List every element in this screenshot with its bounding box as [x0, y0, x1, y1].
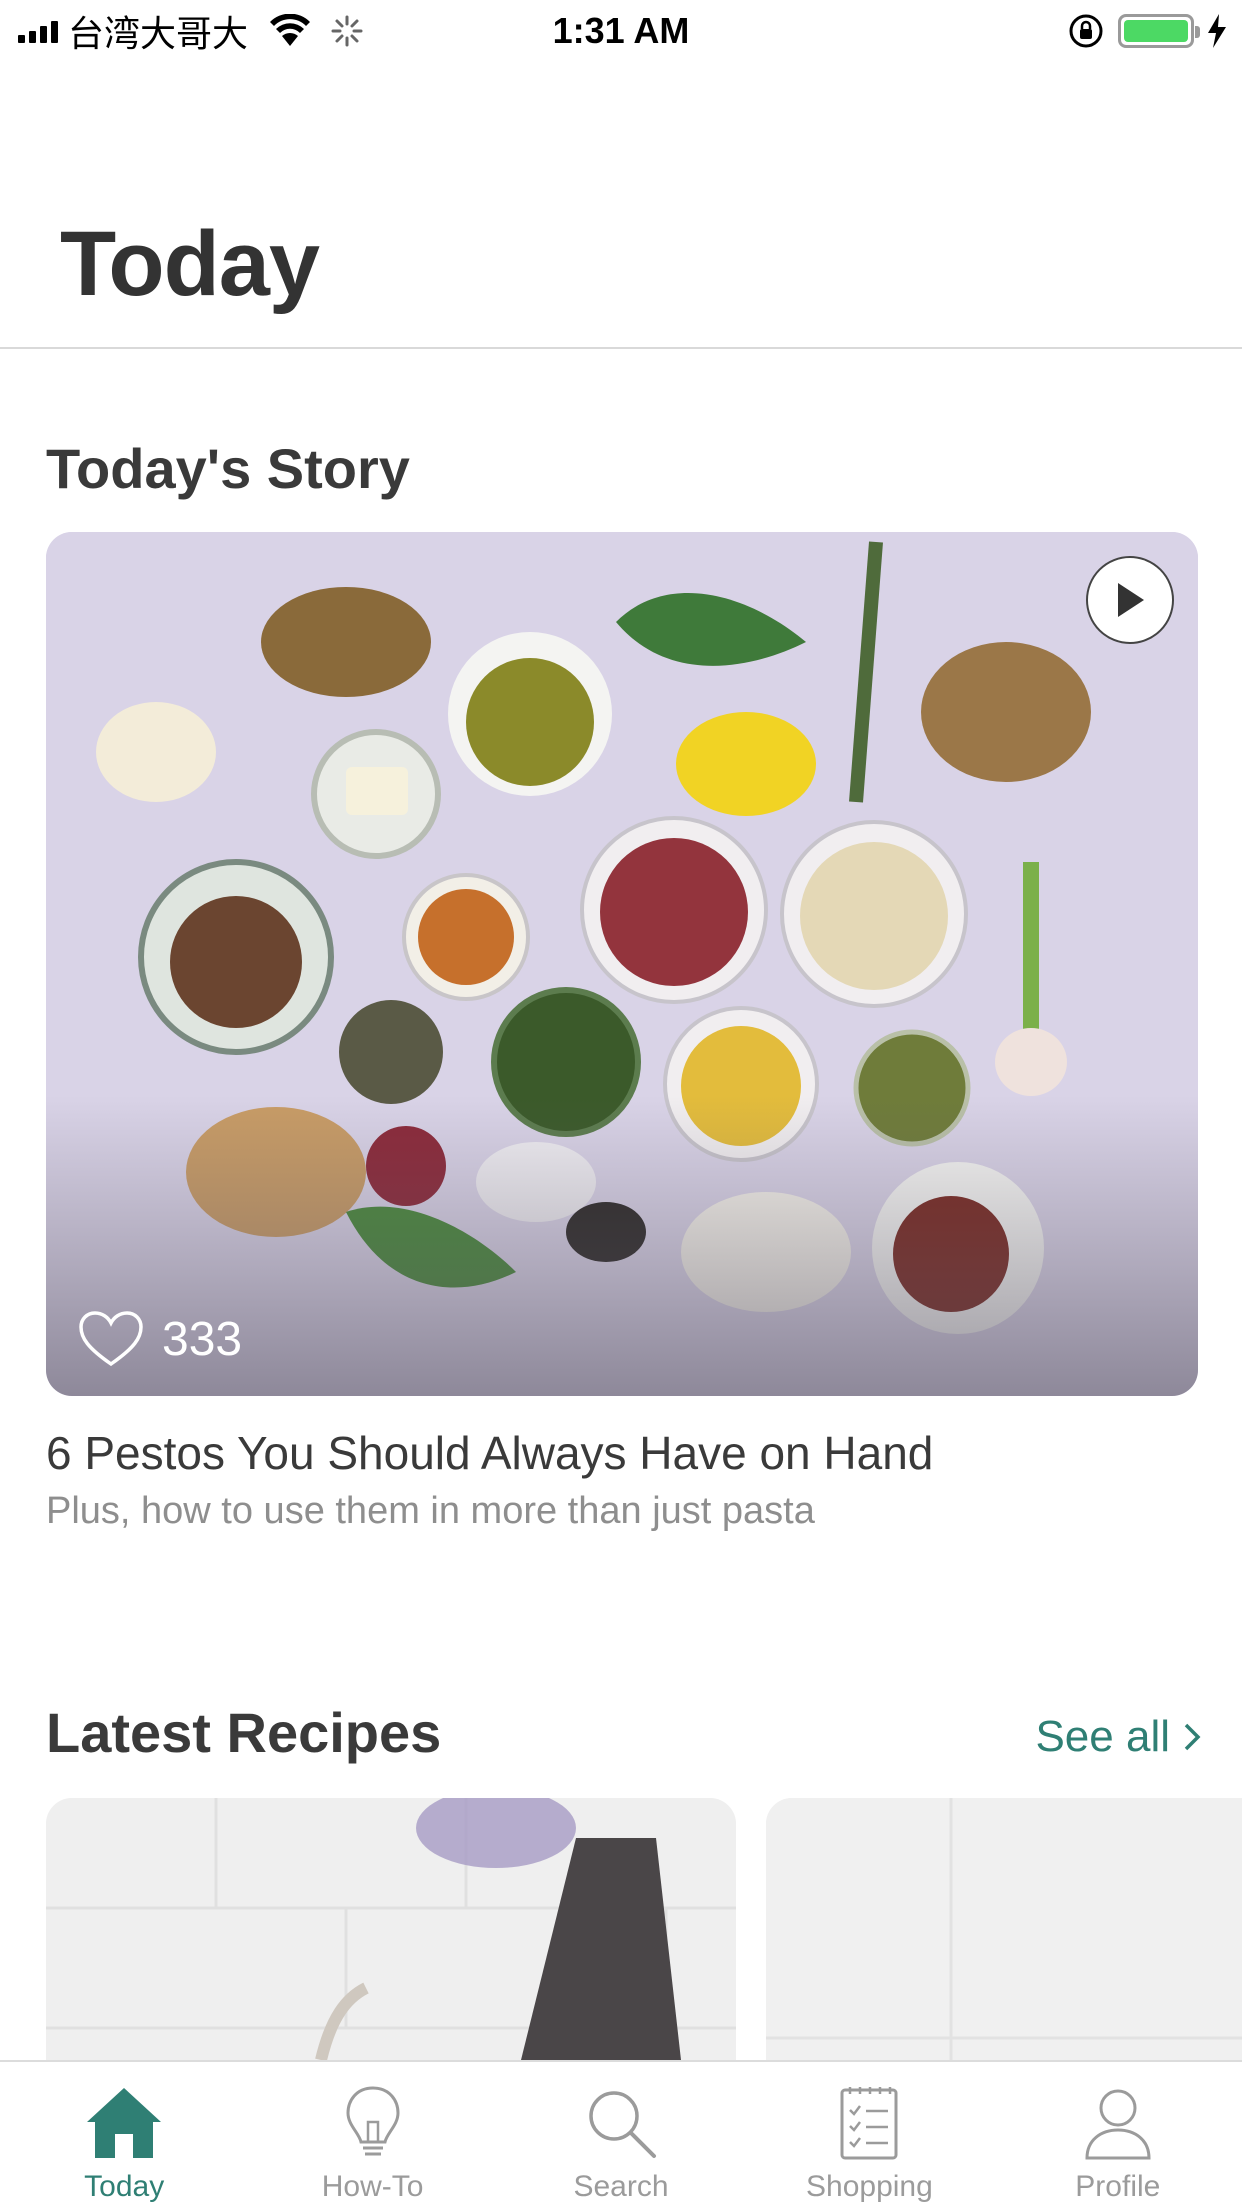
story-card[interactable]: 333 [46, 532, 1198, 1396]
like-count: 333 [162, 1312, 243, 1366]
battery-icon [1118, 14, 1200, 48]
tab-shopping[interactable]: Shopping [745, 2062, 993, 2208]
tab-search[interactable]: Search [497, 2062, 745, 2208]
profile-icon [1085, 2089, 1151, 2160]
story-headline[interactable]: 6 Pestos You Should Always Have on Hand [46, 1426, 933, 1480]
latest-recipes-title: Latest Recipes [46, 1701, 442, 1764]
heart-icon[interactable] [78, 1310, 144, 1368]
play-icon [1118, 583, 1144, 617]
tab-today[interactable]: Today [0, 2062, 248, 2208]
see-all-label: See all [1035, 1712, 1170, 1761]
recipe-card[interactable] [46, 1798, 736, 2060]
play-button[interactable] [1086, 556, 1174, 644]
see-all-link[interactable]: See all [1035, 1712, 1202, 1762]
lightbulb-icon [346, 2086, 400, 2156]
rotation-lock-icon [1069, 14, 1103, 48]
story-subtitle: Plus, how to use them in more than just … [46, 1490, 815, 1532]
home-icon [87, 2088, 162, 2158]
tab-label: How-To [321, 2170, 424, 2203]
tab-label: Today [84, 2170, 165, 2203]
tab-bar: Today How-To Search Shopping Profile [0, 2060, 1242, 2208]
header-divider [0, 347, 1242, 349]
charging-icon [1208, 14, 1226, 48]
tab-profile[interactable]: Profile [994, 2062, 1242, 2208]
tab-how-to[interactable]: How-To [248, 2062, 496, 2208]
story-section-title: Today's Story [46, 437, 410, 500]
tab-label: Search [573, 2170, 669, 2203]
status-time: 1:31 AM [552, 10, 690, 51]
recipe-image [46, 1798, 736, 2060]
shopping-list-icon [840, 2087, 898, 2160]
tab-label: Shopping [806, 2170, 933, 2203]
page-title: Today [60, 213, 320, 315]
like-control[interactable]: 333 [78, 1310, 242, 1368]
recipe-card[interactable] [766, 1798, 1242, 2060]
tab-label: Profile [1075, 2170, 1161, 2203]
search-icon [589, 2091, 657, 2158]
chevron-right-icon [1184, 1723, 1201, 1751]
status-bar: 台湾大哥大 1:31 AM [0, 0, 1242, 62]
recipe-image [766, 1798, 1242, 2060]
